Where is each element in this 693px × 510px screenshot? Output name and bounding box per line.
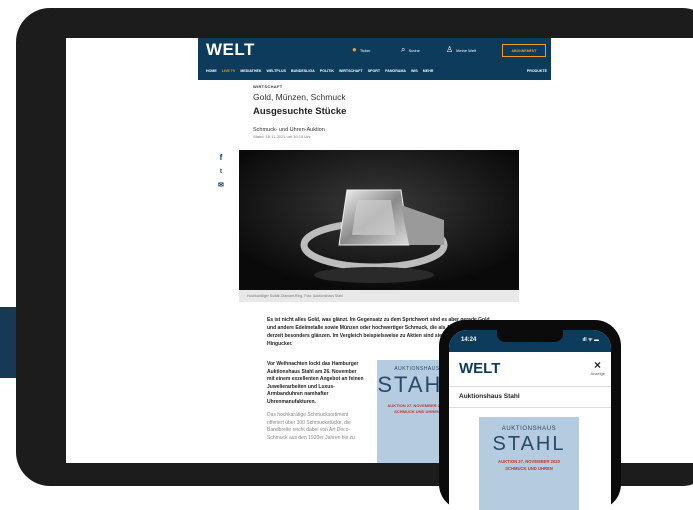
site-header: WELT ● Ticker ⌕ Suche ♙ Meine Welt ABONN…: [198, 38, 551, 80]
ticker-button[interactable]: ● Ticker: [352, 46, 371, 54]
ticker-label: Ticker: [359, 47, 371, 53]
phone-ad-banner[interactable]: AUKTIONSHAUS STAHL AUKTION 27. NOVEMBER …: [479, 417, 579, 510]
user-icon: ♙: [446, 45, 454, 54]
main-nav: HOME LIVE TV MEDIATHEK WELTPLUS BUNDESLI…: [206, 69, 547, 73]
mail-icon[interactable]: ✉: [218, 182, 224, 190]
search-button[interactable]: ⌕ Suche: [401, 46, 420, 54]
subscribe-button[interactable]: ABONNEMENT: [502, 44, 546, 57]
article-header: WIRTSCHAFT Gold, Münzen, Schmuck Ausgesu…: [253, 84, 533, 139]
nav-item-live-tv[interactable]: LIVE TV: [222, 69, 236, 73]
hero-image[interactable]: [239, 150, 519, 290]
nav-item-mehr[interactable]: MEHR: [423, 69, 434, 73]
close-icon[interactable]: ×: [594, 358, 601, 372]
section-label[interactable]: WIRTSCHAFT: [253, 84, 533, 89]
phone-notch: [497, 330, 563, 342]
signal-icon: ıll ᯤ ▬: [582, 337, 599, 343]
ring-photo: [239, 150, 519, 290]
phone-welt-logo[interactable]: WELT: [459, 360, 500, 377]
phone-time: 14:24: [461, 337, 477, 343]
nav-item-wissen[interactable]: WIS: [411, 69, 418, 73]
article-kicker: Gold, Münzen, Schmuck: [253, 92, 346, 102]
nav-item-panorama[interactable]: PANORAMA: [385, 69, 406, 73]
welt-logo[interactable]: WELT: [206, 40, 255, 60]
article-headline: Ausgesuchte Stücke: [253, 106, 347, 117]
image-caption: Hochkarätiger Solitär-Diamant-Ring, Foto…: [239, 290, 519, 302]
phone-screen: 14:24 ıll ᯤ ▬ WELT × Anzeige Auktionshau…: [449, 330, 611, 510]
nav-item-mediathek[interactable]: MEDIATHEK: [240, 69, 261, 73]
divider: [449, 407, 611, 408]
phone-ad-line3: AUKTION 27. NOVEMBER 2020: [498, 459, 560, 464]
account-button[interactable]: ♙ Meine Welt: [446, 46, 476, 54]
phone-ad-line1: AUKTIONSHAUS: [501, 426, 557, 432]
nav-item-politik[interactable]: POLITIK: [320, 69, 334, 73]
body-paragraph-bold: Vor Weihnachten lockt das Hamburger Aukt…: [267, 361, 364, 405]
facebook-icon[interactable]: f: [220, 154, 223, 162]
search-label: Suche: [408, 47, 420, 53]
article-subline: Schmuck- und Uhren-Auktion: [253, 127, 325, 133]
divider: [449, 386, 611, 387]
article-body: Vor Weihnachten lockt das Hamburger Aukt…: [267, 361, 365, 442]
nav-item-home[interactable]: HOME: [206, 69, 217, 73]
phone-frame: 14:24 ıll ᯤ ▬ WELT × Anzeige Auktionshau…: [439, 320, 621, 510]
nav-item-produkte[interactable]: PRODUKTE: [527, 69, 547, 73]
nav-item-wirtschaft[interactable]: WIRTSCHAFT: [339, 69, 363, 73]
twitter-icon[interactable]: t: [220, 168, 222, 176]
phone-ad-title: Auktionshaus Stahl: [459, 393, 520, 400]
phone-ad-line2: STAHL: [492, 433, 566, 455]
phone-status-bar: 14:24 ıll ᯤ ▬: [449, 330, 611, 352]
bell-icon: ●: [352, 45, 357, 54]
share-bar: f t ✉: [218, 154, 224, 190]
phone-ad-line4: SCHMUCK UND UHREN: [505, 466, 553, 471]
body-paragraph: Das hochkarätige Schmucksortiment offeri…: [267, 412, 355, 441]
nav-item-weltplus[interactable]: WELTPLUS: [266, 69, 286, 73]
search-icon: ⌕: [401, 45, 406, 54]
article-date: Stand: 15.11.2021 um 16:15 Uhr: [253, 134, 311, 139]
nav-item-sport[interactable]: SPORT: [368, 69, 380, 73]
nav-item-bundesliga[interactable]: BUNDESLIGA: [291, 69, 315, 73]
close-label: Anzeige: [590, 371, 605, 376]
account-label: Meine Welt: [456, 47, 477, 53]
